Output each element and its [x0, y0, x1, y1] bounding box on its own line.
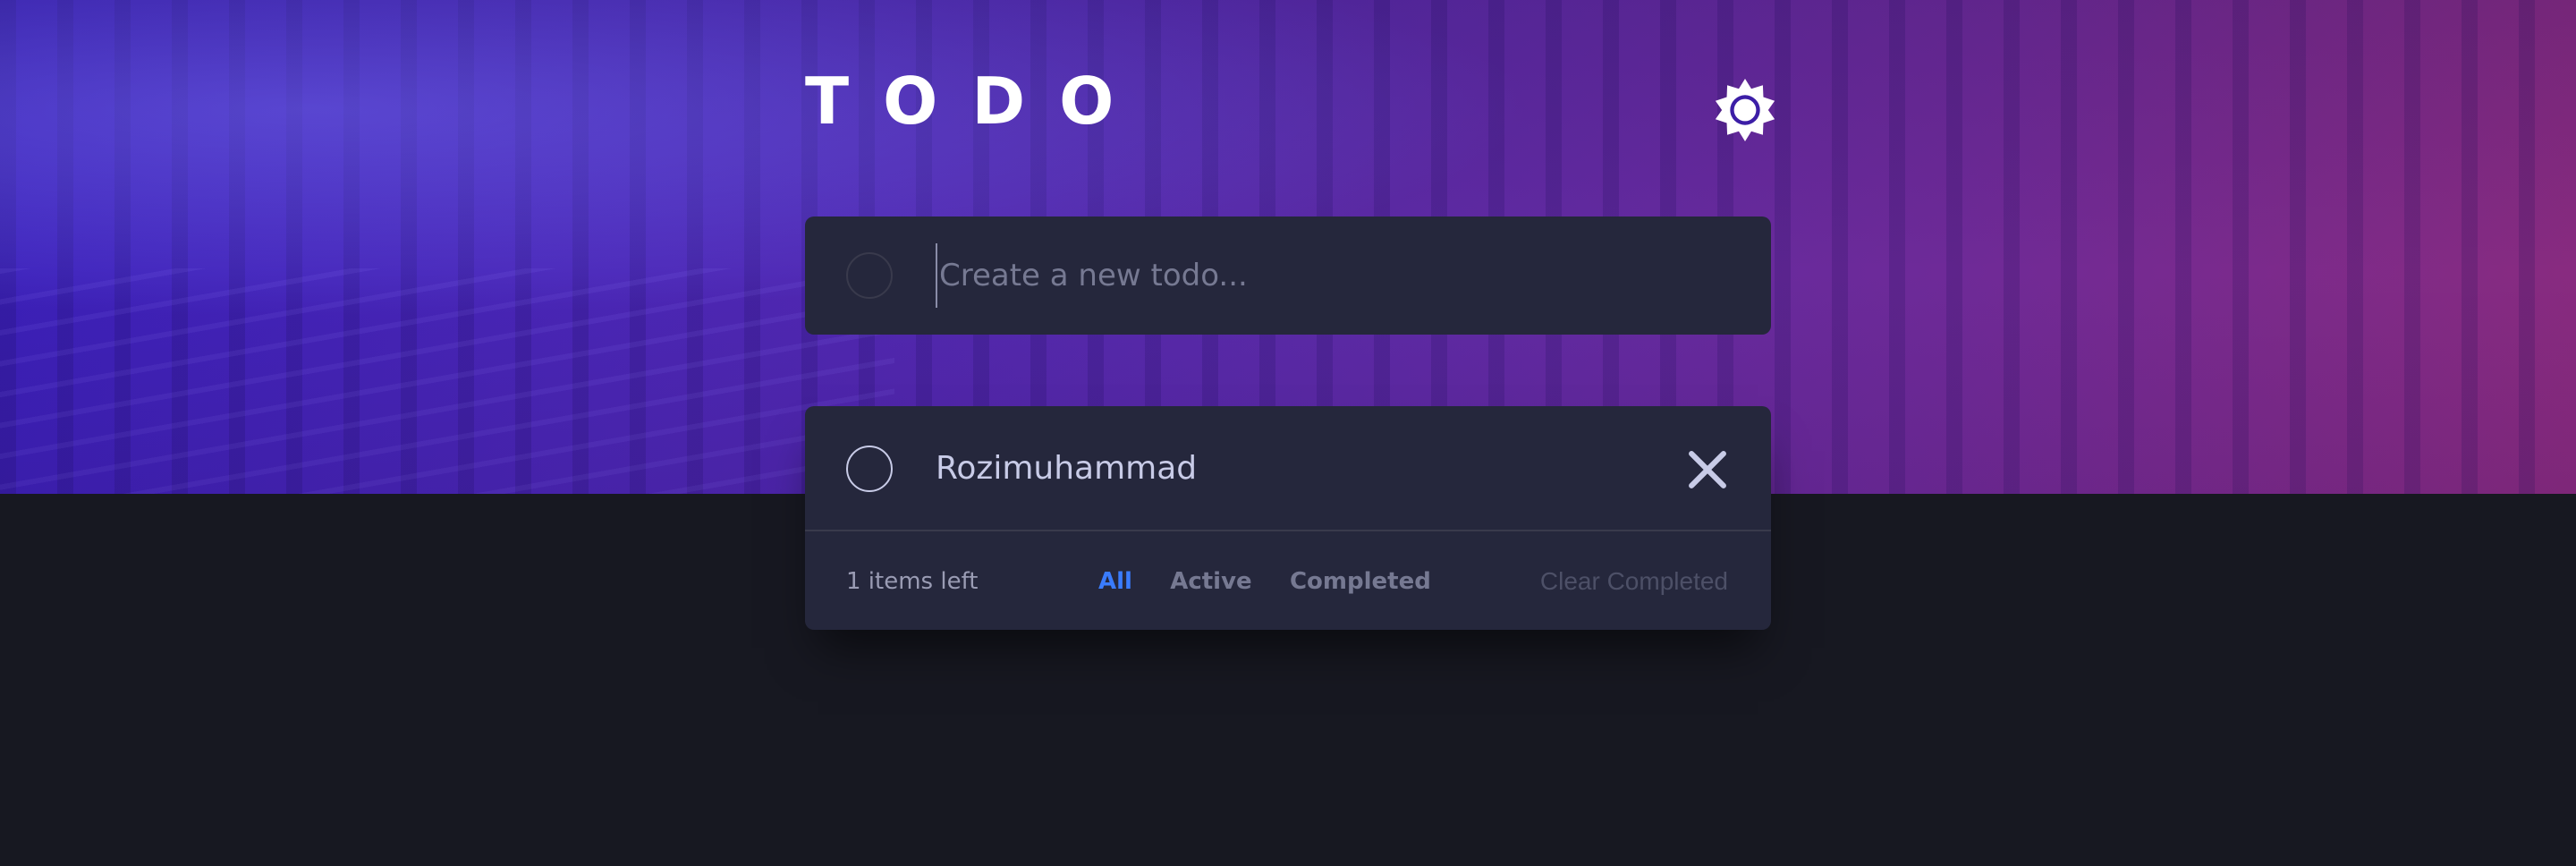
filter-group: All Active Completed: [1098, 567, 1462, 596]
todo-text: Rozimuhammad: [936, 450, 1198, 487]
close-icon: [1689, 451, 1726, 488]
theme-toggle-button[interactable]: [1714, 79, 1776, 141]
todo-complete-checkbox[interactable]: [846, 446, 893, 492]
app-title: TODO: [805, 64, 1148, 139]
sun-icon: [1715, 79, 1775, 141]
delete-todo-button[interactable]: [1687, 449, 1728, 490]
filter-active[interactable]: Active: [1170, 568, 1251, 595]
items-left-count: 1 items left: [846, 568, 979, 595]
clear-completed-button[interactable]: Clear Completed: [1540, 567, 1728, 596]
new-todo-form: [805, 216, 1771, 335]
filter-completed[interactable]: Completed: [1290, 568, 1431, 595]
filter-all[interactable]: All: [1098, 568, 1132, 595]
todo-item: Rozimuhammad: [805, 406, 1771, 531]
app-header: TODO: [805, 61, 1775, 141]
todo-list: Rozimuhammad 1 items left All Active Com…: [805, 406, 1771, 630]
todo-footer: 1 items left All Active Completed Clear …: [805, 533, 1771, 630]
new-todo-checkbox[interactable]: [846, 252, 893, 299]
new-todo-input[interactable]: [936, 243, 1723, 308]
